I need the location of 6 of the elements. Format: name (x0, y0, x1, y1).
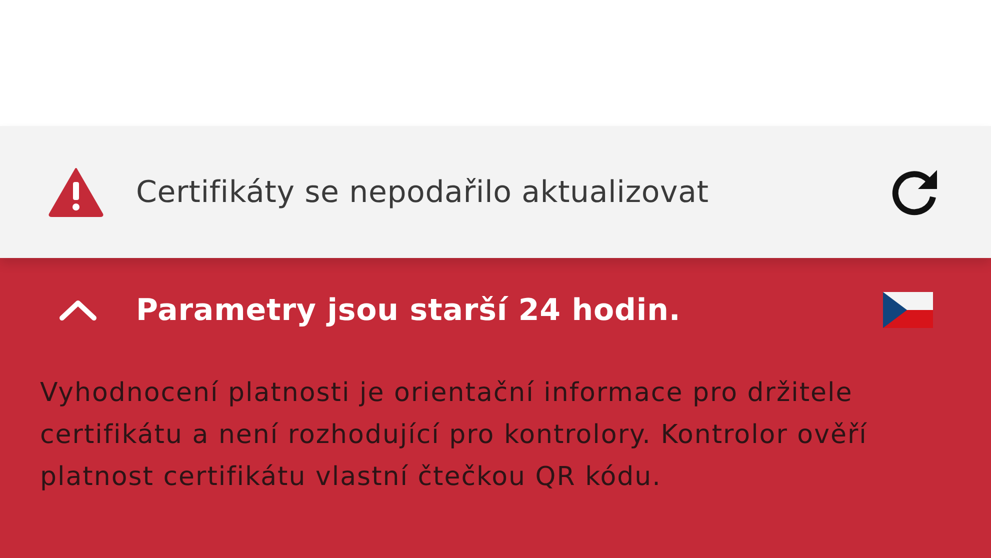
flag-icon (883, 292, 933, 328)
panel-title: Parametry jsou starší 24 hodin. (136, 292, 682, 328)
panel-body-text: Vyhodnocení platnosti je orientační informace pro držitele certifikátu a není rozhodující pro kontrolory. Kontrolor ověří platnost certifikátu vlastní čtečkou QR kódu. (40, 377, 868, 494)
banner-message: Certifikáty se nepodařilo aktualizovat (136, 174, 710, 210)
chevron-icon (58, 298, 98, 322)
warning-icon (48, 167, 104, 217)
